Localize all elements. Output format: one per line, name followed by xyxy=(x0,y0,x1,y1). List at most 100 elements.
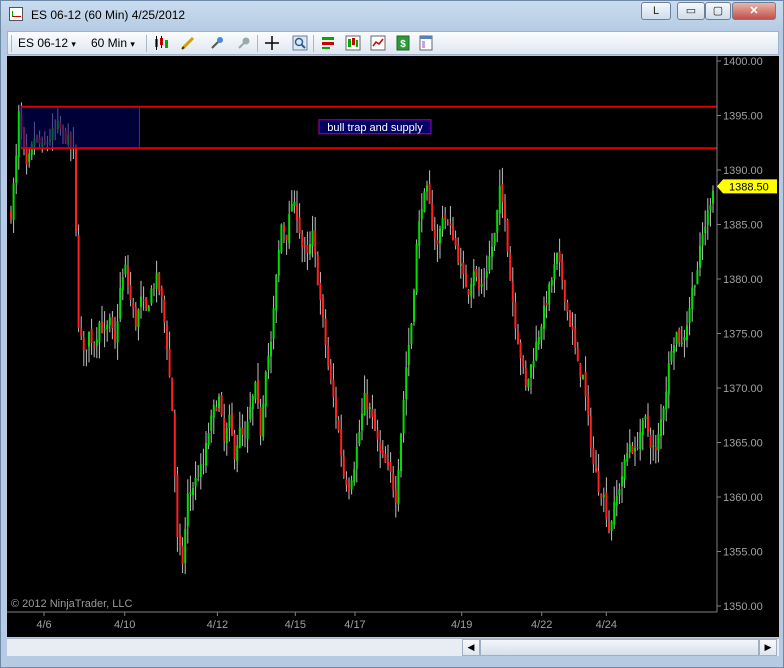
price-bar-body xyxy=(524,368,527,386)
price-bar-body xyxy=(628,443,631,453)
price-bar-body xyxy=(485,271,488,278)
price-bar-body xyxy=(160,288,163,297)
price-bar-body xyxy=(335,396,337,418)
price-bar-body xyxy=(673,345,675,353)
price-bar-body xyxy=(660,419,662,437)
chart-app-icon xyxy=(9,7,23,21)
horizontal-scrollbar[interactable]: ◀ ▶ xyxy=(7,638,779,656)
close-button[interactable]: ✕ xyxy=(732,2,776,20)
instrument-selector[interactable]: ES 06-12 ▾ xyxy=(18,35,76,51)
price-bar-body xyxy=(496,210,499,233)
price-tick-label: 1365.00 xyxy=(723,438,763,450)
price-bar-body xyxy=(166,325,168,349)
price-bar-body xyxy=(254,382,257,399)
time-tick-label: 4/19 xyxy=(451,619,472,631)
interval-label: 60 Min xyxy=(91,36,128,50)
title-bar[interactable]: ES 06-12 (60 Min) 4/25/2012 L ▭ ▢ ✕ xyxy=(1,1,783,29)
price-chart[interactable]: bull trap and supply 1400.00 1395.00 1390.… xyxy=(7,56,779,637)
chevron-down-icon: ▾ xyxy=(71,39,76,49)
price-tick-label: 1375.00 xyxy=(723,329,763,341)
price-bar-body xyxy=(342,456,345,477)
price-bar-body xyxy=(556,252,558,265)
price-bar-body xyxy=(348,484,350,492)
maximize-button[interactable]: ▢ xyxy=(705,2,731,20)
link-button[interactable]: L xyxy=(641,2,671,20)
price-bar-body xyxy=(306,244,309,254)
price-bar-body xyxy=(595,465,597,473)
price-bar-body xyxy=(686,325,688,341)
price-bar-body xyxy=(363,392,366,415)
data-box-icon[interactable]: $ xyxy=(395,35,411,51)
pin-icon[interactable] xyxy=(209,35,225,51)
price-bar-body xyxy=(142,299,145,301)
scroll-right-arrow-icon[interactable]: ▶ xyxy=(759,639,777,656)
price-bar-body xyxy=(504,200,506,220)
price-bar-body xyxy=(173,413,176,477)
price-bar-body xyxy=(488,256,491,271)
panel-icon[interactable] xyxy=(418,35,434,51)
price-bar-body xyxy=(493,232,496,246)
price-bar-body xyxy=(483,280,486,282)
price-bar-body xyxy=(314,230,317,254)
scroll-thumb[interactable] xyxy=(480,639,759,656)
price-bar-body xyxy=(218,396,220,409)
price-bar-body xyxy=(519,342,522,359)
price-bar-body xyxy=(509,252,512,281)
price-bar-body xyxy=(678,329,681,343)
price-bar-body xyxy=(540,326,543,340)
price-bar-body xyxy=(197,479,200,481)
price-bar-body xyxy=(397,469,400,505)
price-bar-body xyxy=(465,272,467,288)
price-bar-body xyxy=(457,244,460,263)
price-bar-body xyxy=(618,489,621,495)
supply-zone[interactable]: bull trap and supply xyxy=(20,105,717,150)
crosshair-icon[interactable] xyxy=(264,35,280,51)
time-tick-label: 4/17 xyxy=(344,619,365,631)
strategy-icon[interactable] xyxy=(320,35,336,51)
scroll-left-arrow-icon[interactable]: ◀ xyxy=(462,639,480,656)
price-bar-body xyxy=(332,379,335,398)
last-price-label: 1388.50 xyxy=(729,181,769,193)
price-bar-body xyxy=(381,449,384,455)
price-bar-body xyxy=(579,363,582,378)
indicator-icon[interactable] xyxy=(345,35,361,51)
price-bar-body xyxy=(259,407,262,436)
price-bar-body xyxy=(262,403,265,437)
price-chart-panel[interactable]: bull trap and supply 1400.00 1395.00 1390.… xyxy=(7,56,779,637)
price-bar-body xyxy=(376,430,379,440)
chart-properties-icon[interactable] xyxy=(370,35,386,51)
interval-selector[interactable]: 60 Min ▾ xyxy=(91,35,135,51)
price-bar-body xyxy=(584,371,587,397)
price-bar-body xyxy=(80,328,83,336)
price-bar-body xyxy=(199,464,202,478)
price-bar-body xyxy=(345,479,348,486)
minimize-button[interactable]: ▭ xyxy=(677,2,705,20)
price-bar-body xyxy=(186,494,189,527)
price-tick-label: 1370.00 xyxy=(723,383,763,395)
price-bar-body xyxy=(491,246,493,257)
zoom-icon[interactable] xyxy=(292,35,308,51)
price-bar-body xyxy=(244,437,246,439)
price-bar-body xyxy=(324,318,327,345)
price-bar-body xyxy=(480,283,483,287)
price-tick-label: 1355.00 xyxy=(723,547,763,559)
price-bar-body xyxy=(613,502,616,525)
price-bar-body xyxy=(472,271,475,286)
price-bar-body xyxy=(137,309,140,327)
price-bar-body xyxy=(298,217,301,234)
price-bar-body xyxy=(215,407,218,411)
price-bar-body xyxy=(140,296,142,307)
price-bar-body xyxy=(605,492,608,520)
magnet-icon[interactable] xyxy=(236,35,252,51)
price-bar-body xyxy=(498,186,501,214)
price-bar-body xyxy=(293,201,296,206)
price-bar-body xyxy=(667,363,670,395)
price-bar-body xyxy=(652,445,655,447)
price-bar-body xyxy=(392,473,395,491)
price-bar-body xyxy=(647,414,649,433)
price-bar-body xyxy=(350,480,353,490)
price-bar-body xyxy=(387,461,389,466)
pencil-draw-icon[interactable] xyxy=(180,35,196,51)
price-bar-body xyxy=(101,321,103,333)
candlestick-style-icon[interactable] xyxy=(153,35,169,51)
